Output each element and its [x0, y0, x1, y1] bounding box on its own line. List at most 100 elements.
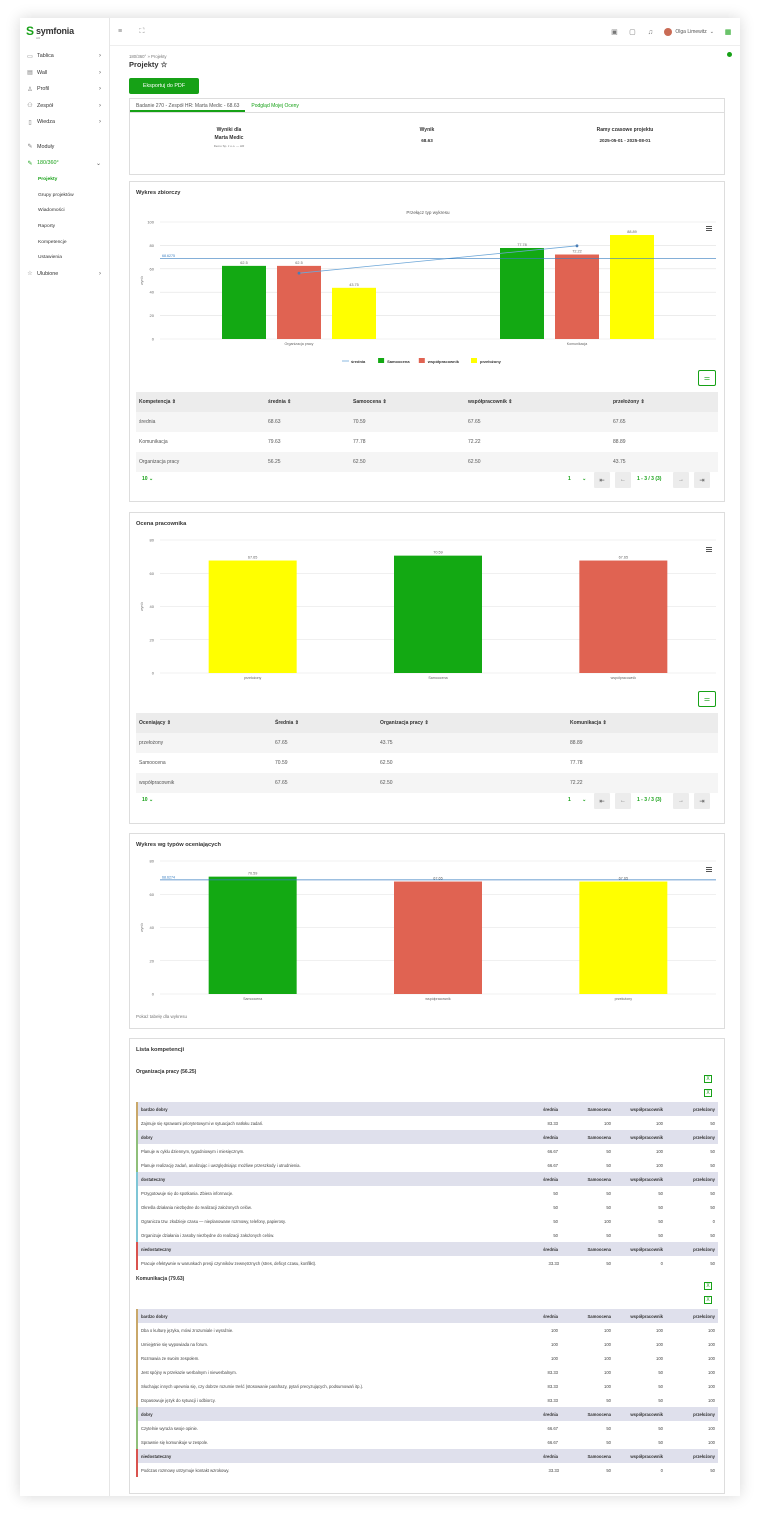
table-cell: 50	[553, 1218, 558, 1224]
filter-button[interactable]: ⚌	[698, 370, 716, 386]
last-page-button[interactable]: ⇥	[694, 793, 710, 809]
table-cell: 50	[606, 1148, 611, 1154]
level-name: dobry	[136, 1407, 510, 1421]
table-cell: 66.67	[547, 1439, 558, 1445]
sidebar-item-wiedza[interactable]: ▯ Wiedza ›	[20, 114, 109, 131]
excel-export-icon[interactable]: X	[704, 1089, 712, 1097]
first-page-button[interactable]: ⇤	[594, 793, 610, 809]
table-cell: 0	[712, 1218, 715, 1224]
filter-button[interactable]: ⚌	[698, 691, 716, 707]
sidebar-nav: ▭ Tablica › ▤ Wall › ♙ Profil › ⚇ Zespół › ▯ Wied…	[20, 48, 109, 282]
col-header[interactable]: przełożony ⇕	[610, 392, 718, 412]
competence-behavior: Zajmuje się sprawami priorytetowymi w sy…	[136, 1116, 510, 1130]
sidebar-item-label: Zespół	[37, 102, 54, 109]
bell-icon[interactable]: ♫	[646, 29, 654, 36]
col-header[interactable]: Samoocena ⇕	[350, 392, 465, 412]
table-cell: 50	[553, 1190, 558, 1196]
prev-page-button[interactable]: ←	[615, 793, 631, 809]
page-select[interactable]: 1 ⌄	[568, 476, 586, 482]
table-cell: 50	[710, 1120, 715, 1126]
summary-label: Ramy czasowe projektu	[596, 127, 654, 133]
competence-behavior: Ogranicza tzw. złodzieje czasu — nieplan…	[136, 1214, 510, 1228]
sidebar-item-zespol[interactable]: ⚇ Zespół ›	[20, 98, 109, 115]
tab-podglad[interactable]: Podgląd Mojej Oceny	[245, 99, 305, 112]
col-header[interactable]: Organizacja pracy ⇕	[377, 713, 567, 733]
user-icon: ♙	[27, 86, 33, 93]
table-cell: przełożony	[136, 733, 272, 753]
table-cell: 100	[551, 1327, 558, 1333]
table-cell: 50	[606, 1232, 611, 1238]
table-cell: 70.59	[275, 760, 288, 766]
tab-badanie[interactable]: Badanie 270 - Zespół HR: Marta Medic - 6…	[130, 99, 246, 112]
col-header[interactable]: Oceniający ⇕	[136, 713, 272, 733]
bar-value-label: 62.5	[295, 261, 302, 265]
first-page-button[interactable]: ⇤	[594, 472, 610, 488]
export-pdf-button[interactable]: Eksportuj do PDF	[129, 78, 199, 94]
col-header[interactable]: Kompetencja ⇕	[136, 392, 265, 412]
user-menu[interactable]: Olga Limewitz ⌄	[664, 28, 714, 36]
reference-line-label: 68.6275	[162, 254, 175, 258]
col-header: średnia	[510, 1242, 562, 1256]
page-size-select[interactable]: 10 ⌄	[142, 797, 153, 803]
last-page-button[interactable]: ⇥	[694, 472, 710, 488]
col-header[interactable]: Komunikacja ⇕	[567, 713, 718, 733]
next-page-button[interactable]: →	[673, 472, 689, 488]
competence-behavior: Jest spójny w przekazie werbalnym i niew…	[136, 1365, 510, 1379]
sidebar-item-180-360[interactable]: ✎ 180/360° ⌄	[20, 155, 109, 172]
col-header: średnia	[510, 1102, 562, 1116]
sidebar-sub-grupy-projektow[interactable]: Grupy projektów	[20, 187, 109, 203]
table-row: przełożony 67.65 43.75 88.89	[136, 733, 718, 753]
next-page-button[interactable]: →	[673, 793, 689, 809]
table-cell: 67.65	[465, 412, 610, 432]
table-cell: Samoocena	[139, 760, 166, 766]
table-cell: 50	[606, 1467, 611, 1473]
bar-value-label: 43.75	[349, 283, 359, 287]
competences-card: Lista kompetencji Organizacja pracy (56.…	[129, 1038, 725, 1494]
y-tick-label: 40	[150, 290, 155, 295]
sidebar-item-ulubione[interactable]: ☆ Ulubione ›	[20, 266, 109, 283]
fullscreen-icon[interactable]: ⛶	[138, 28, 146, 36]
competence-level-header: dobry średnia Samoocena współpracownik przeł…	[136, 1130, 718, 1144]
col-header[interactable]: średnia ⇕	[265, 392, 350, 412]
sidebar-sub-kompetencje[interactable]: Kompetencje	[20, 234, 109, 250]
chevron-right-icon: ›	[99, 69, 101, 76]
excel-export-icon[interactable]: X	[704, 1296, 712, 1304]
chat-icon[interactable]: ▢	[628, 28, 636, 36]
table-row: Planuje w cyklu dziennym, tygodniowym i …	[136, 1144, 718, 1158]
table-cell: 100	[708, 1327, 715, 1333]
sidebar-item-tablica[interactable]: ▭ Tablica ›	[20, 48, 109, 65]
competence-behavior: Sprawnie się komunikuje w zespole.	[136, 1435, 510, 1449]
bar-współpracownik	[579, 560, 668, 673]
col-header[interactable]: Średnia ⇕	[272, 713, 377, 733]
prev-page-button[interactable]: ←	[615, 472, 631, 488]
col-header: przełożony	[666, 1172, 718, 1186]
sidebar-item-moduly[interactable]: ✎ Moduły	[20, 139, 109, 156]
sidebar-item-wall[interactable]: ▤ Wall ›	[20, 65, 109, 82]
sidebar-sub-projekty[interactable]: Projekty	[20, 172, 109, 188]
competence-behavior: Rozmawia ze swoim zespołem.	[136, 1351, 510, 1365]
sidebar-sub-ustawienia[interactable]: Ustawienia	[20, 250, 109, 266]
page-select[interactable]: 1 ⌄	[568, 797, 586, 803]
col-header[interactable]: współpracownik ⇕	[465, 392, 610, 412]
chart1-plot: Przełącz typ wykresu 0 20 40 60 80 100 wynik 62.…	[140, 210, 716, 364]
breadcrumb[interactable]: 180/360° » Projekty	[129, 54, 735, 59]
apps-grid-icon[interactable]: ▦	[724, 28, 732, 36]
sidebar-sub-wiadomosci[interactable]: Wiadomości	[20, 203, 109, 219]
y-axis-label: wynik	[140, 923, 144, 932]
show-table-link[interactable]: Pokaż tabelę dla wykresu	[136, 1014, 187, 1019]
excel-export-icon[interactable]: X	[704, 1282, 712, 1290]
sidebar-item-profil[interactable]: ♙ Profil ›	[20, 81, 109, 98]
menu-icon[interactable]: ≡	[116, 28, 124, 35]
table-cell: 100	[656, 1341, 663, 1347]
excel-export-icon[interactable]: X	[704, 1075, 712, 1083]
level-name: niedostateczny	[136, 1242, 510, 1256]
sidebar-sub-raporty[interactable]: Raporty	[20, 219, 109, 235]
table-cell: współpracownik	[136, 773, 272, 793]
chevron-right-icon: ›	[99, 270, 101, 277]
table-cell: 50	[658, 1190, 663, 1196]
logo[interactable]: S symfonia	[20, 18, 109, 37]
table-cell: 100	[656, 1327, 663, 1333]
page-size-select[interactable]: 10 ⌄	[142, 476, 153, 482]
main-content: 180/360° » Projekty Projekty ☆ Eksportuj…	[120, 54, 735, 1494]
clipboard-icon[interactable]: ▣	[610, 28, 618, 36]
